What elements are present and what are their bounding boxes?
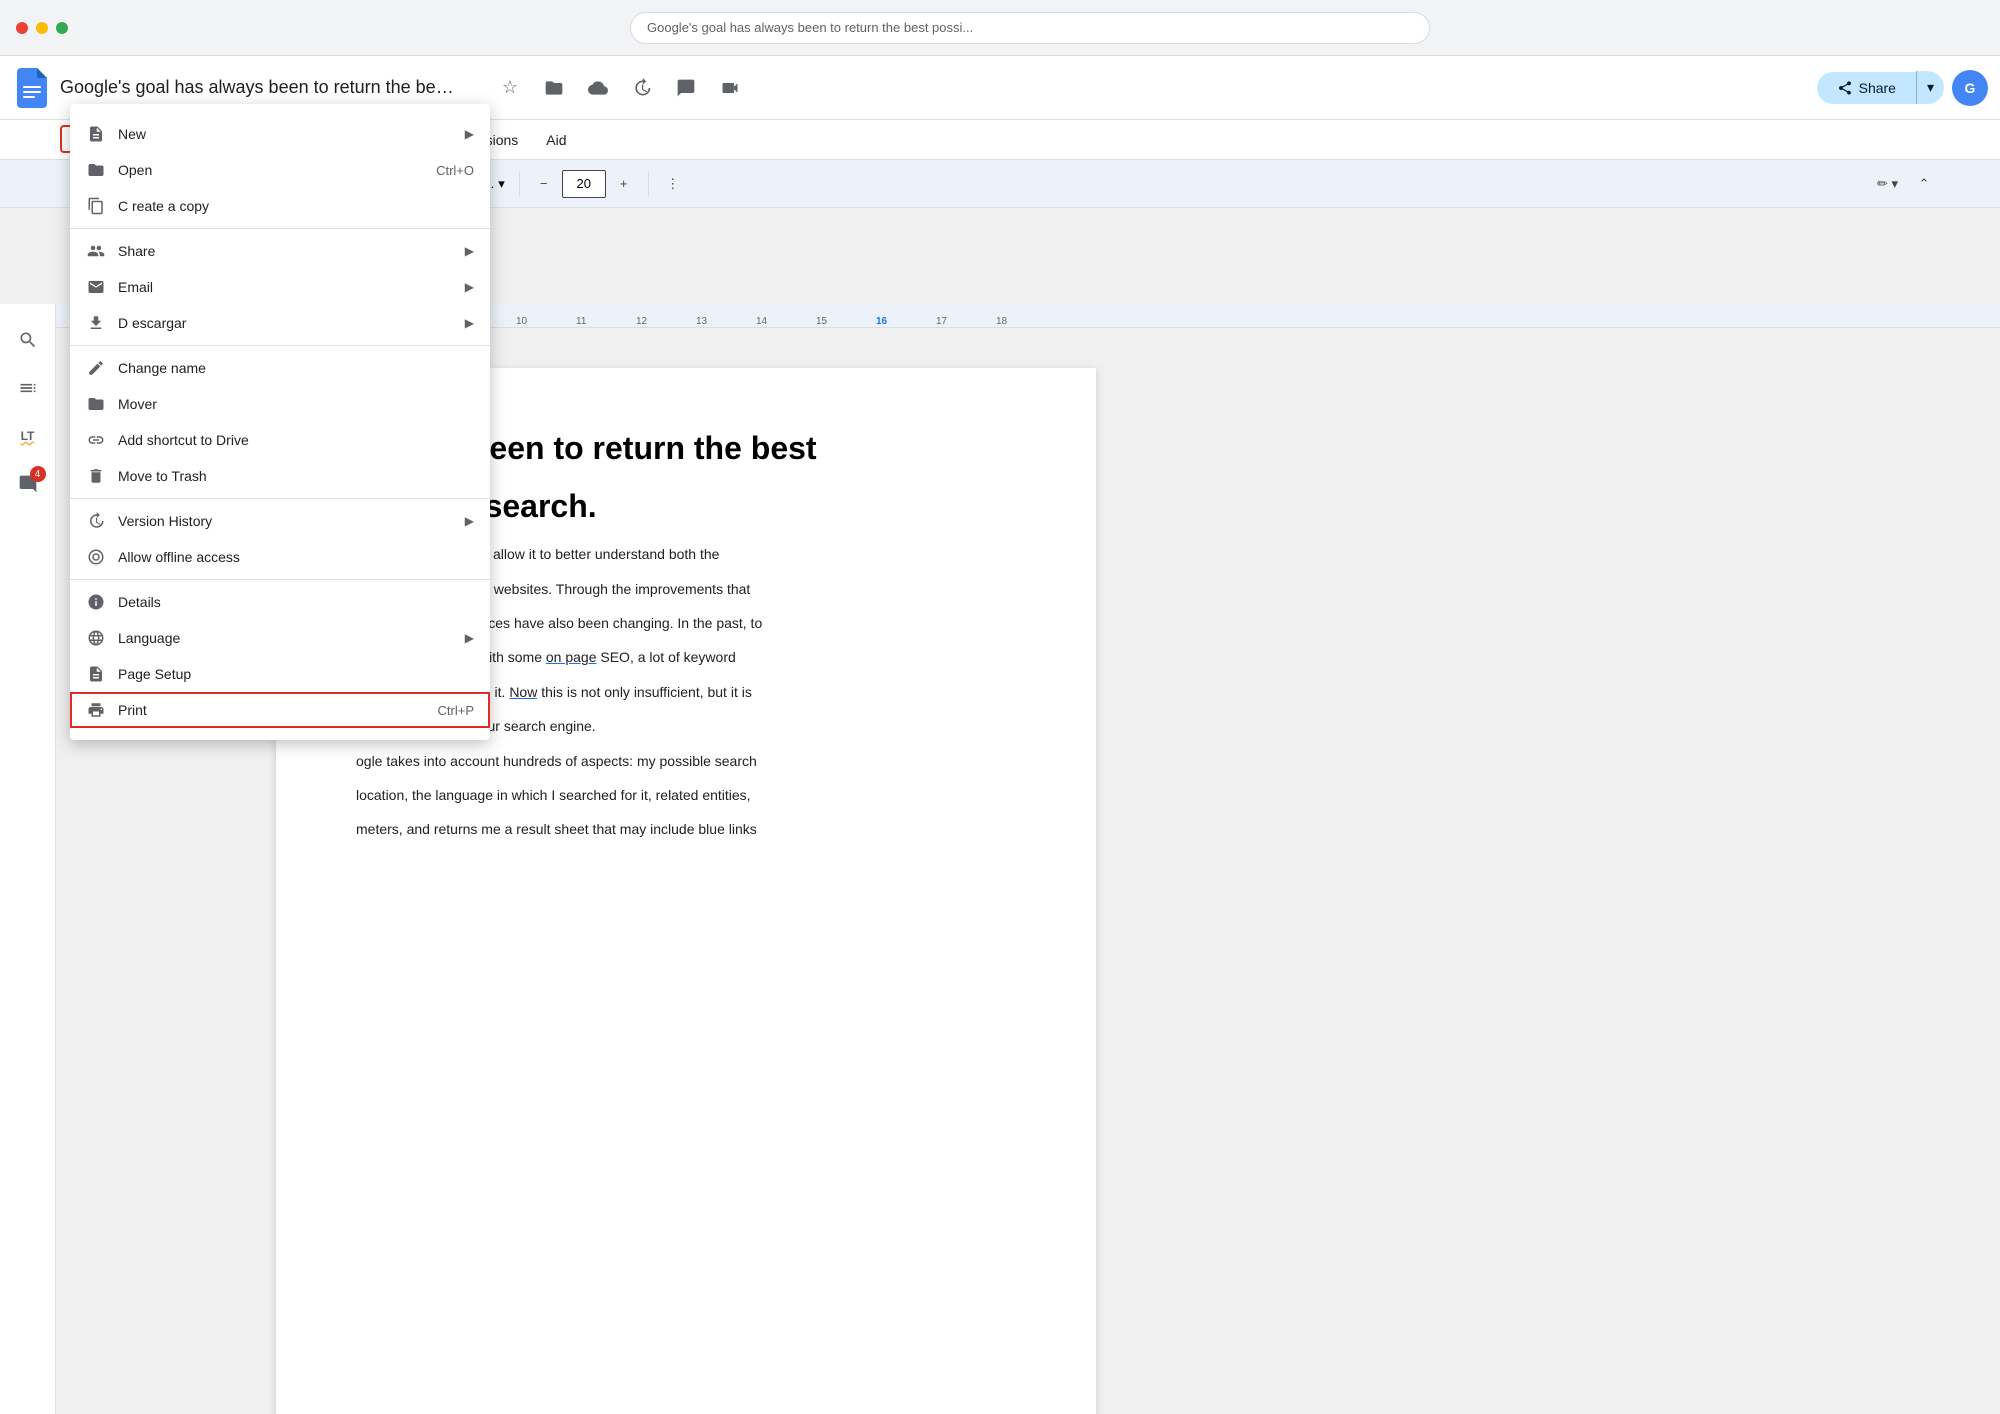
share-icon [86, 241, 106, 261]
menu-item-email[interactable]: Email ▶ [70, 269, 490, 305]
menu-descargar-label: D escargar [118, 315, 453, 331]
details-icon [86, 592, 106, 612]
menu-item-open[interactable]: Open Ctrl+O [70, 152, 490, 188]
folder-icon[interactable] [536, 70, 572, 106]
offline-icon [86, 547, 106, 567]
open-icon [86, 160, 106, 180]
menu-print-shortcut: Ctrl+P [438, 703, 474, 718]
menu-mover-label: Mover [118, 396, 474, 412]
menu-item-create-copy[interactable]: C reate a copy [70, 188, 490, 224]
menu-email-label: Email [118, 279, 453, 295]
doc-title[interactable]: Google's goal has always been to return … [60, 77, 460, 98]
para-7: ogle takes into account hundreds of aspe… [356, 750, 1016, 772]
menu-item-new[interactable]: New ▶ [70, 116, 490, 152]
share-button[interactable]: Share [1817, 72, 1916, 104]
language-icon [86, 628, 106, 648]
comments-badge: 4 [30, 466, 46, 482]
menu-version-label: Version History [118, 513, 453, 529]
font-size-increase-btn[interactable]: + [608, 168, 640, 200]
menu-share-arrow: ▶ [465, 244, 474, 258]
sidebar-left: LT 4 [0, 304, 56, 1414]
menu-item-change-name[interactable]: Change name [70, 350, 490, 386]
font-size-input[interactable] [562, 170, 606, 198]
menu-share-label: Share [118, 243, 453, 259]
email-icon [86, 277, 106, 297]
share-dropdown-arrow[interactable]: ▾ [1916, 71, 1944, 104]
browser-bar: Google's goal has always been to return … [0, 0, 2000, 56]
page-setup-icon [86, 664, 106, 684]
separator-5 [648, 172, 649, 196]
menu-trash-label: Move to Trash [118, 468, 474, 484]
menu-pagesetup-label: Page Setup [118, 666, 474, 682]
chat-icon[interactable] [668, 70, 704, 106]
para-8: location, the language in which I search… [356, 784, 1016, 806]
share-label: Share [1859, 80, 1896, 96]
menu-item-add-shortcut[interactable]: Add shortcut to Drive [70, 422, 490, 458]
toolbar-edit-btn[interactable]: ✏ ▾ [1871, 168, 1904, 200]
menu-descargar-arrow: ▶ [465, 316, 474, 330]
sidebar-search-btn[interactable] [8, 320, 48, 360]
separator-4 [519, 172, 520, 196]
menu-open-shortcut: Ctrl+O [436, 163, 474, 178]
menu-changename-label: Change name [118, 360, 474, 376]
menu-version-arrow: ▶ [465, 514, 474, 528]
menu-section-1: New ▶ Open Ctrl+O C reate a copy [70, 112, 490, 229]
archive-dropdown-menu: New ▶ Open Ctrl+O C reate a copy [70, 104, 490, 740]
version-icon [86, 511, 106, 531]
menu-item-trash[interactable]: Move to Trash [70, 458, 490, 494]
sidebar-comments-btn[interactable]: 4 [8, 464, 48, 504]
menu-item-share[interactable]: Share ▶ [70, 233, 490, 269]
print-icon [86, 700, 106, 720]
sidebar-outline-btn[interactable] [8, 368, 48, 408]
menu-details-label: Details [118, 594, 474, 610]
menu-section-4: Version History ▶ Allow offline access [70, 499, 490, 580]
chevron-down-icon: ▾ [498, 176, 505, 192]
menu-new-label: New [118, 126, 453, 142]
menu-item-version-history[interactable]: Version History ▶ [70, 503, 490, 539]
menu-item-page-setup[interactable]: Page Setup [70, 656, 490, 692]
docs-logo[interactable] [12, 68, 52, 108]
menu-item-print[interactable]: Print Ctrl+P [70, 692, 490, 728]
download-icon [86, 313, 106, 333]
menu-open-label: Open [118, 162, 424, 178]
menu-section-5: Details Language ▶ Page Setup Print [70, 580, 490, 732]
menu-new-arrow: ▶ [465, 127, 474, 141]
menu-copy-label: C reate a copy [118, 198, 474, 214]
menu-language-label: Language [118, 630, 453, 646]
video-icon[interactable] [712, 70, 748, 106]
menu-item-language[interactable]: Language ▶ [70, 620, 490, 656]
trash-icon [86, 466, 106, 486]
menu-item-descargar[interactable]: D escargar ▶ [70, 305, 490, 341]
font-size-area: − + [528, 168, 640, 200]
toolbar-collapse-btn[interactable]: ⌃ [1908, 168, 1940, 200]
menu-section-2: Share ▶ Email ▶ D escargar ▶ [70, 229, 490, 346]
font-size-decrease-btn[interactable]: − [528, 168, 560, 200]
menu-email-arrow: ▶ [465, 280, 474, 294]
browser-url: Google's goal has always been to return … [647, 20, 973, 35]
menu-item-details[interactable]: Details [70, 584, 490, 620]
para-9: meters, and returns me a result sheet th… [356, 818, 1016, 840]
menu-offline-label: Allow offline access [118, 549, 474, 565]
menu-shortcut-label: Add shortcut to Drive [118, 432, 474, 448]
bookmark-icon[interactable]: ☆ [492, 70, 528, 106]
history-icon[interactable] [624, 70, 660, 106]
menu-section-3: Change name Mover Add shortcut to Drive … [70, 346, 490, 499]
header-icons: ☆ [492, 70, 748, 106]
toolbar-more-btn[interactable]: ⋮ [657, 168, 689, 200]
shortcut-icon [86, 430, 106, 450]
copy-icon [86, 196, 106, 216]
new-doc-icon [86, 124, 106, 144]
user-avatar[interactable]: G [1952, 70, 1988, 106]
menu-language-arrow: ▶ [465, 631, 474, 645]
menu-print-label: Print [118, 702, 426, 718]
rename-icon [86, 358, 106, 378]
sidebar-spellcheck-btn[interactable]: LT [8, 416, 48, 456]
move-icon [86, 394, 106, 414]
cloud-icon[interactable] [580, 70, 616, 106]
menu-aid[interactable]: Aid [532, 126, 580, 154]
menu-item-offline[interactable]: Allow offline access [70, 539, 490, 575]
menu-item-mover[interactable]: Mover [70, 386, 490, 422]
